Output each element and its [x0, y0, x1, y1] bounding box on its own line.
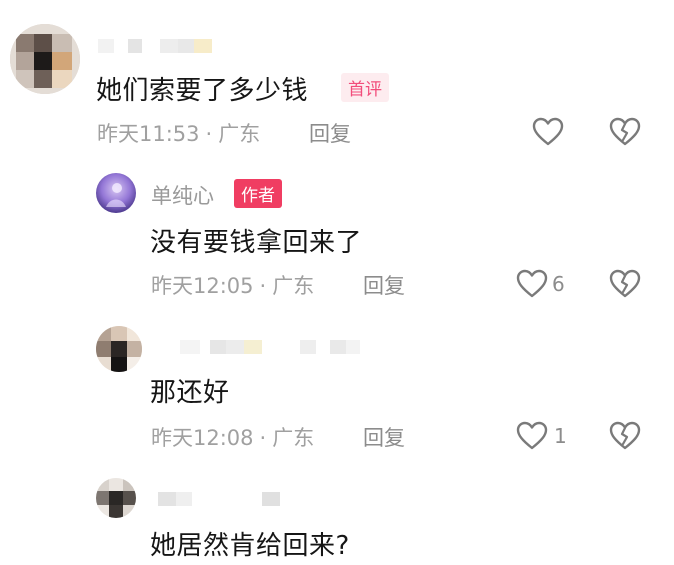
comment-thread: { "comments": [ { "text": "她们索要了多少钱", "b… [0, 0, 674, 565]
like-count: 6 [552, 272, 565, 296]
comment-time: 昨天12:05 [151, 274, 254, 298]
comment-text: 她们索要了多少钱 [96, 76, 309, 106]
blurred-username[interactable] [180, 340, 365, 354]
separator-dot: · [205, 122, 213, 146]
blurred-username[interactable] [158, 492, 288, 506]
avatar[interactable] [96, 478, 136, 518]
heart-outline-icon[interactable] [532, 117, 564, 147]
avatar[interactable] [96, 326, 142, 372]
separator-dot: · [259, 426, 267, 450]
like-count: 1 [554, 424, 567, 448]
reply-button[interactable]: 回复 [363, 270, 405, 300]
comment-meta: 昨天12:08 · 广东 [151, 422, 314, 452]
author-badge: 作者 [234, 179, 282, 208]
blurred-username[interactable] [98, 39, 218, 53]
first-comment-badge: 首评 [341, 73, 389, 102]
comment-text: 那还好 [150, 378, 230, 408]
comment-location: 广东 [272, 274, 315, 298]
comment-time: 昨天11:53 [97, 122, 200, 146]
comment-meta: 昨天11:53 · 广东 [97, 118, 260, 148]
username[interactable]: 单纯心 [151, 180, 214, 210]
comment-location: 广东 [218, 122, 261, 146]
heart-outline-icon[interactable] [516, 421, 548, 451]
comment-meta: 昨天12:05 · 广东 [151, 270, 314, 300]
avatar[interactable] [96, 173, 136, 213]
comment-text: 没有要钱拿回来了 [150, 228, 363, 258]
avatar[interactable] [10, 24, 80, 94]
comment-time: 昨天12:08 [151, 426, 254, 450]
comment-text: 她居然肯给回来? [150, 531, 350, 561]
broken-heart-icon[interactable] [609, 421, 641, 451]
comment-location: 广东 [272, 426, 315, 450]
broken-heart-icon[interactable] [609, 269, 641, 299]
reply-button[interactable]: 回复 [309, 118, 351, 148]
reply-button[interactable]: 回复 [363, 422, 405, 452]
heart-outline-icon[interactable] [516, 269, 548, 299]
separator-dot: · [259, 274, 267, 298]
broken-heart-icon[interactable] [609, 117, 641, 147]
